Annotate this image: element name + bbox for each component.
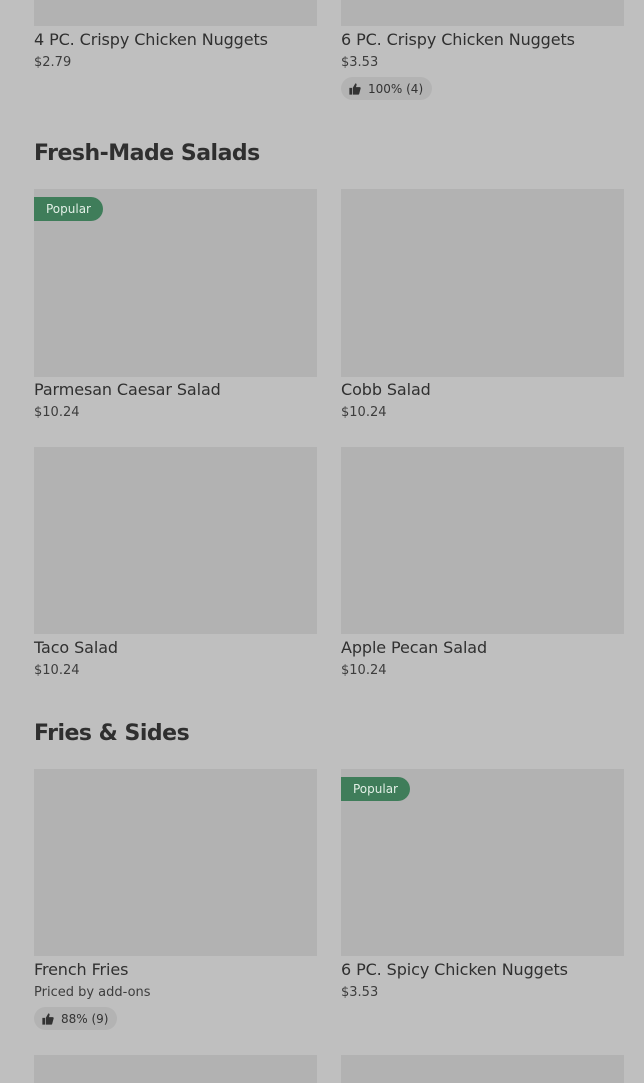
- item-name: Parmesan Caesar Salad: [34, 380, 221, 399]
- menu-item-card[interactable]: 6 PC. Crispy Chicken Nuggets $3.53 100% …: [341, 0, 624, 100]
- menu-item-card[interactable]: 4 PC. Crispy Chicken Nuggets $2.79: [34, 0, 317, 90]
- popular-badge: Popular: [34, 197, 103, 221]
- menu-item-card[interactable]: Cobb Salad $10.24: [341, 189, 624, 429]
- item-image: [34, 1055, 317, 1083]
- item-price: $10.24: [34, 405, 80, 420]
- item-name: 6 PC. Spicy Chicken Nuggets: [341, 960, 568, 979]
- item-image: [34, 0, 317, 26]
- item-price: $10.24: [341, 663, 387, 678]
- section-title-salads: Fresh-Made Salads: [34, 141, 260, 166]
- item-name: 4 PC. Crispy Chicken Nuggets: [34, 30, 268, 49]
- item-image: [34, 769, 317, 956]
- thumbs-up-icon: [42, 1012, 54, 1025]
- item-name: French Fries: [34, 960, 129, 979]
- item-price: $3.53: [341, 55, 379, 70]
- item-name: 6 PC. Crispy Chicken Nuggets: [341, 30, 575, 49]
- item-name: Cobb Salad: [341, 380, 431, 399]
- popular-badge: Popular: [341, 777, 410, 801]
- item-price: $10.24: [341, 405, 387, 420]
- menu-item-card[interactable]: Apple Pecan Salad $10.24: [341, 447, 624, 687]
- menu-item-card[interactable]: [34, 1055, 317, 1083]
- menu-item-card[interactable]: French Fries Priced by add-ons 88% (9): [34, 769, 317, 1031]
- item-image: [34, 447, 317, 634]
- rating-badge: 100% (4): [341, 77, 433, 100]
- item-name: Taco Salad: [34, 638, 118, 657]
- item-image: [341, 447, 624, 634]
- menu-item-card[interactable]: Popular 6 PC. Spicy Chicken Nuggets $3.5…: [341, 769, 624, 1009]
- item-price: $3.53: [341, 985, 379, 1000]
- menu-item-card[interactable]: Popular Parmesan Caesar Salad $10.24: [34, 189, 317, 429]
- rating-text: 100% (4): [368, 81, 424, 96]
- item-price: $2.79: [34, 55, 72, 70]
- rating-text: 88% (9): [61, 1011, 109, 1026]
- item-price: Priced by add-ons: [34, 985, 151, 1000]
- menu-item-card[interactable]: [341, 1055, 624, 1083]
- rating-badge: 88% (9): [34, 1007, 118, 1030]
- menu-item-card[interactable]: Taco Salad $10.24: [34, 447, 317, 687]
- item-image: [341, 0, 624, 26]
- item-image: [341, 1055, 624, 1083]
- item-image: [341, 189, 624, 377]
- section-title-fries-sides: Fries & Sides: [34, 721, 190, 746]
- item-price: $10.24: [34, 663, 80, 678]
- item-name: Apple Pecan Salad: [341, 638, 488, 657]
- thumbs-up-icon: [349, 82, 361, 95]
